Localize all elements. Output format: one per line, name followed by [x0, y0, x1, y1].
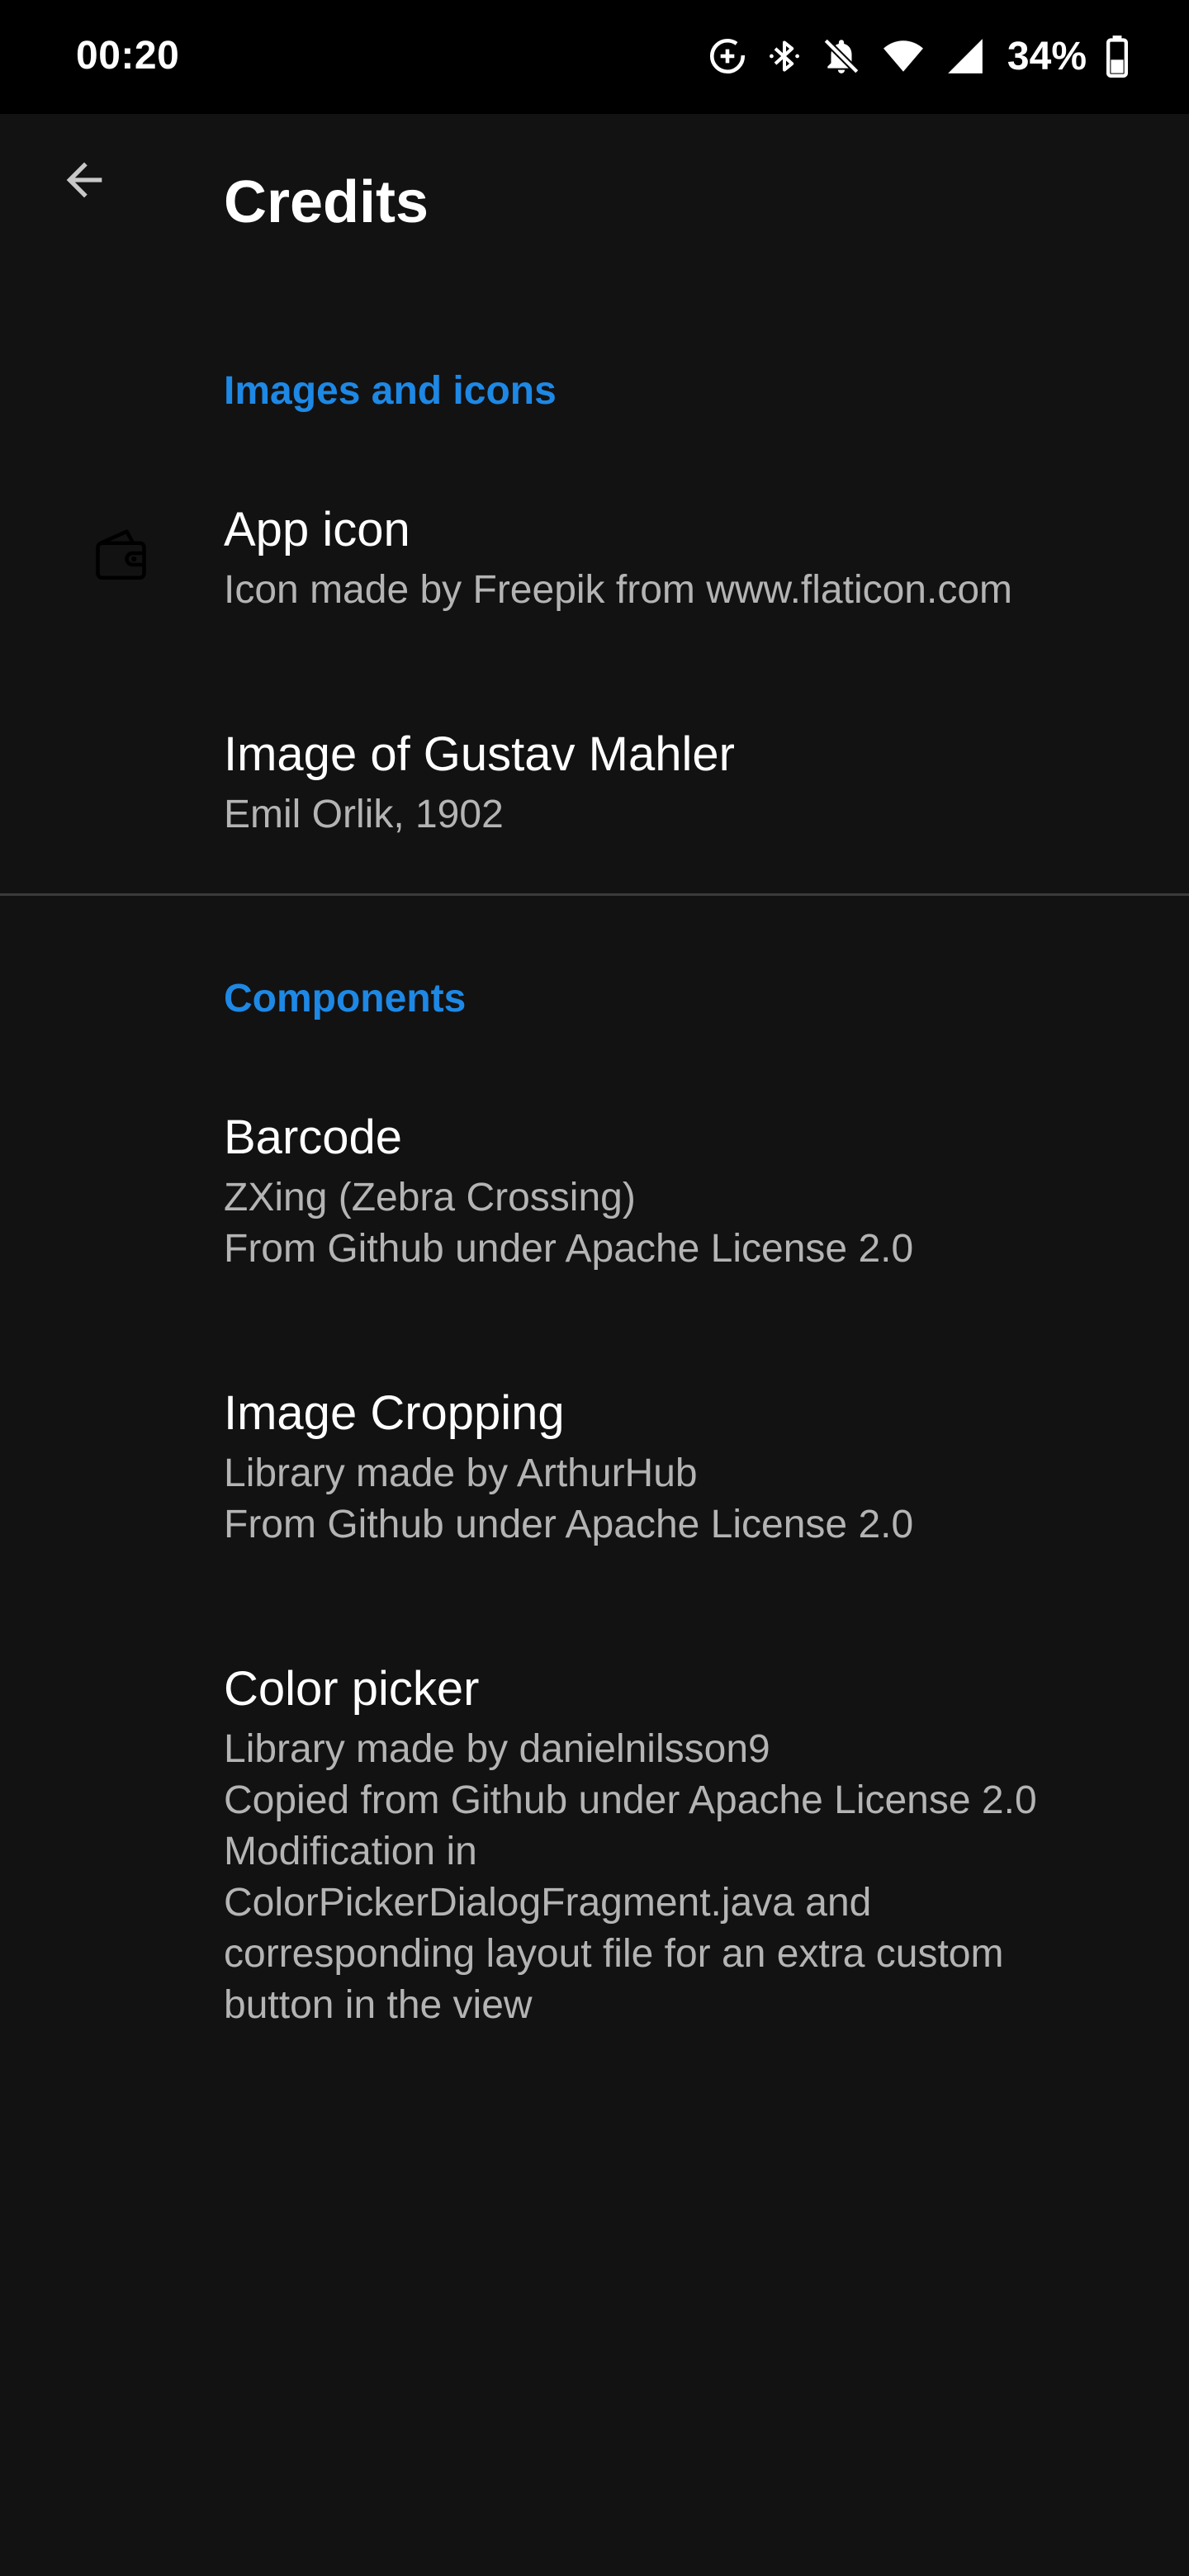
credit-summary-line: Library made by ArthurHub: [224, 1451, 698, 1495]
status-time: 00:20: [76, 34, 180, 78]
status-icons: 34%: [707, 28, 1130, 84]
credit-item-color-picker[interactable]: Color picker Library made by danielnilss…: [0, 1623, 1189, 2069]
battery-percent: 34%: [1007, 34, 1087, 78]
credit-title: Image of Gustav Mahler: [224, 727, 735, 781]
credit-summary-line: Emil Orlik, 1902: [224, 793, 504, 836]
credit-item-barcode[interactable]: Barcode ZXing (Zebra Crossing) From Gith…: [0, 1072, 1189, 1319]
section-divider: [0, 893, 1189, 896]
credit-summary-line: corresponding layout file for an extra c…: [224, 1932, 1004, 1976]
credit-item-image-cropping[interactable]: Image Cropping Library made by ArthurHub…: [0, 1347, 1189, 1595]
credit-summary: ZXing (Zebra Crossing) From Github under…: [224, 1172, 1140, 1275]
credit-summary: Library made by danielnilsson9 Copied fr…: [224, 1724, 1140, 2031]
credit-title: Image Cropping: [224, 1386, 565, 1440]
credit-item-app-icon[interactable]: App icon Icon made by Freepik from www.f…: [0, 462, 1189, 644]
battery-icon: [1105, 35, 1130, 78]
signal-icon: [945, 36, 986, 77]
back-button[interactable]: [43, 140, 126, 223]
credit-summary: Library made by ArthurHub From Github un…: [224, 1448, 1140, 1551]
wallet-icon: [89, 519, 159, 588]
credit-summary: Emil Orlik, 1902: [224, 789, 1140, 841]
wifi-icon: [880, 36, 926, 77]
app-bar: Credits: [0, 114, 1189, 289]
page-title: Credits: [224, 169, 429, 235]
bluetooth-icon: [766, 36, 803, 77]
credit-summary-line: button in the view: [224, 1983, 533, 2027]
section-header-components: Components: [224, 977, 467, 1020]
credit-item-gustav-mahler[interactable]: Image of Gustav Mahler Emil Orlik, 1902: [0, 687, 1189, 869]
status-bar: 00:20 34%: [0, 0, 1189, 114]
credit-summary-line: Library made by danielnilsson9: [224, 1727, 770, 1771]
credit-summary-line: Copied from Github under Apache License …: [224, 1778, 1037, 1822]
data-saver-icon: [707, 36, 748, 77]
section-header-images: Images and icons: [224, 369, 557, 413]
credit-summary-line: ColorPickerDialogFragment.java and: [224, 1881, 872, 1925]
credit-summary-line: From Github under Apache License 2.0: [224, 1227, 914, 1271]
credit-summary-line: ZXing (Zebra Crossing): [224, 1176, 636, 1219]
notifications-off-icon: [821, 36, 862, 77]
arrow-back-icon: [58, 154, 111, 211]
credit-title: App icon: [224, 503, 410, 556]
credit-summary-line: Icon made by Freepik from www.flaticon.c…: [224, 568, 1013, 612]
credit-title: Barcode: [224, 1110, 403, 1164]
credit-summary-line: Modification in: [224, 1830, 477, 1873]
credit-summary-line: From Github under Apache License 2.0: [224, 1503, 914, 1546]
credit-summary: Icon made by Freepik from www.flaticon.c…: [224, 565, 1140, 616]
credit-title: Color picker: [224, 1662, 480, 1716]
